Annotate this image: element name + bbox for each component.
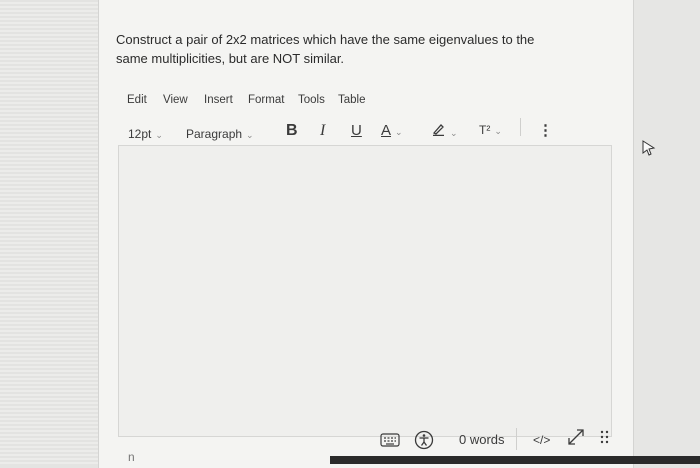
keyboard-shortcuts-button[interactable] [380, 431, 400, 452]
superscript-button[interactable]: T² ⌄ [479, 123, 502, 137]
menu-format[interactable]: Format [248, 94, 284, 106]
word-count: 0 words [459, 432, 505, 447]
menu-edit[interactable]: Edit [127, 94, 147, 106]
chevron-down-icon: ⌄ [450, 128, 458, 138]
chevron-down-icon: ⌄ [246, 130, 254, 140]
block-format-value: Paragraph [186, 127, 243, 141]
accessibility-icon [414, 430, 434, 450]
question-line-1: Construct a pair of 2x2 matrices which h… [116, 32, 535, 47]
background-left [0, 0, 100, 464]
menu-view[interactable]: View [163, 94, 188, 106]
background-right [632, 0, 700, 464]
font-size-select[interactable]: 12pt ⌄ [128, 127, 163, 141]
text-color-glyph: A [381, 122, 392, 139]
drag-handle-icon [600, 430, 609, 444]
keyboard-icon [380, 433, 400, 447]
highlight-button[interactable]: ⌄ [432, 122, 458, 139]
html-editor-toggle[interactable]: </> [533, 433, 550, 447]
font-size-value: 12pt [128, 127, 152, 141]
accessibility-checker-button[interactable] [414, 430, 434, 455]
screen-bezel [330, 456, 700, 464]
mouse-cursor-icon [642, 140, 656, 156]
block-format-select[interactable]: Paragraph ⌄ [186, 127, 254, 141]
text-color-button[interactable]: A ⌄ [381, 122, 403, 139]
question-line-2: same multiplicities, but are NOT similar… [116, 51, 345, 66]
expand-icon [568, 429, 584, 445]
menu-tools[interactable]: Tools [298, 94, 325, 106]
resize-handle[interactable] [599, 428, 611, 453]
footer-divider [516, 428, 517, 450]
italic-button[interactable]: I [320, 122, 325, 140]
toolbar-divider [520, 118, 521, 136]
menu-insert[interactable]: Insert [204, 94, 233, 106]
fullscreen-button[interactable] [566, 427, 586, 452]
chevron-down-icon: ⌄ [395, 127, 403, 137]
menu-table[interactable]: Table [338, 94, 366, 106]
stray-character: n [128, 450, 135, 464]
chevron-down-icon: ⌄ [494, 126, 502, 136]
bold-button[interactable]: B [286, 122, 298, 140]
highlighter-icon [432, 124, 444, 137]
more-options-button[interactable]: ⋮ [538, 121, 553, 139]
rich-text-editor-area[interactable] [118, 145, 612, 437]
superscript-glyph: T² [479, 123, 491, 137]
chevron-down-icon: ⌄ [155, 130, 163, 140]
underline-button[interactable]: U [351, 122, 362, 139]
question-text: Construct a pair of 2x2 matrices which h… [116, 30, 556, 68]
